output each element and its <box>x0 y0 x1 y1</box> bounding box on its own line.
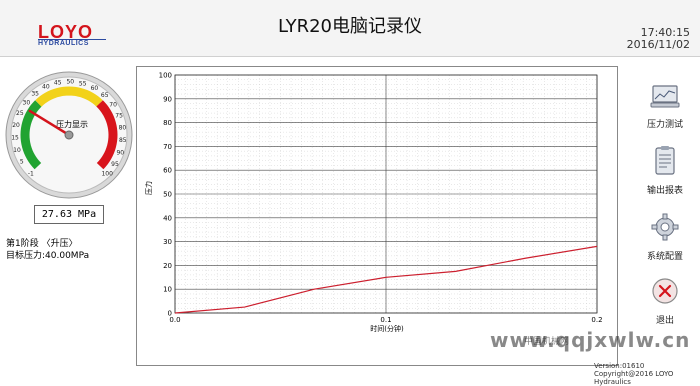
y-tick-label: 70 <box>163 143 172 151</box>
gauge-tick-label: 5 <box>20 159 24 166</box>
y-tick-label: 20 <box>163 262 172 270</box>
sidebar-item-exit[interactable]: 退出 <box>630 276 700 326</box>
sidebar-item-pressure-test[interactable]: 压力测试 <box>630 84 700 130</box>
monitor-icon <box>650 85 680 108</box>
y-tick-label: 30 <box>163 238 172 246</box>
target-pressure-label: 目标压力:40.00MPa <box>6 251 90 261</box>
sidebar-item-label: 压力测试 <box>646 120 683 130</box>
y-tick-label: 50 <box>163 191 172 199</box>
page-title: LYR20电脑记录仪 <box>277 16 423 37</box>
gauge-tick-label: 95 <box>111 161 119 168</box>
gauge-tick-label: 55 <box>79 80 87 87</box>
x-tick-label: 0.0 <box>169 316 180 324</box>
gauge-tick-label: 35 <box>31 90 39 97</box>
copyright-label: Copyright@2016 LOYO Hydraulics <box>594 370 674 386</box>
pressure-unit: MPa <box>78 209 97 220</box>
gauge-tick-label: 20 <box>12 122 20 129</box>
chart-x-axis-title: 时间(分钟) <box>370 324 404 333</box>
gauge-tick-label: 80 <box>119 125 127 132</box>
gauge-tick-label: 15 <box>11 135 19 142</box>
pressure-gauge: -1 5 10 15 20 25 303540 45 50 55 606570 75 80 85 90 95 1… <box>5 71 133 199</box>
gauge-tick-label: 100 <box>101 171 113 178</box>
chart-y-axis-title: 压力 <box>144 181 153 195</box>
y-tick-label: 80 <box>163 119 172 127</box>
x-tick-label: 0.2 <box>591 316 602 324</box>
sidebar-item-label: 系统配置 <box>646 252 683 262</box>
gauge-tick-label: 85 <box>119 137 127 144</box>
watermark: www.qqjxwlw.cn <box>490 328 691 352</box>
brand-logo: LOYO HYDRAULICS <box>38 22 108 52</box>
pressure-value: 27.63 <box>41 209 72 220</box>
gear-icon <box>651 213 679 241</box>
logo-sub-text: HYDRAULICS <box>38 40 89 47</box>
sidebar-item-label: 退出 <box>655 316 674 326</box>
gauge-tick-label: 70 <box>109 101 117 108</box>
sidebar-item-system-config[interactable]: 系统配置 <box>630 212 700 262</box>
gauge-tick-label: 90 <box>116 149 124 156</box>
sidebar-menu: 压力测试 输出报表 系统配置 退出 <box>630 80 700 340</box>
sidebar-item-label: 输出报表 <box>646 186 683 196</box>
gauge-tick-label: 45 <box>54 80 62 87</box>
y-tick-label: 40 <box>163 214 172 222</box>
y-tick-label: 100 <box>159 72 172 80</box>
pressure-chart: 0102030405060708090100 0.0 0.1 0.2 压力 时间(分… <box>136 66 618 366</box>
y-tick-label: 10 <box>163 286 172 294</box>
gauge-tick-label: 50 <box>66 79 74 86</box>
x-tick-label: 0.1 <box>380 316 391 324</box>
sidebar-item-export-report[interactable]: 输出报表 <box>630 146 700 196</box>
chart-y-tick-labels: 0102030405060708090100 <box>159 72 172 318</box>
pressure-readout: 27.63 MPa <box>34 205 104 224</box>
clock-date: 2016/11/02 <box>626 38 690 51</box>
gauge-tick-label: 60 <box>91 85 99 92</box>
gauge-tick-label: 40 <box>42 84 50 91</box>
watermark-sub: 中国机械网 <box>524 337 570 347</box>
report-icon <box>655 146 675 175</box>
gauge-hub <box>64 130 74 140</box>
gauge-tick-label: 30 <box>23 99 31 106</box>
gauge-tick-label: -1 <box>28 171 34 178</box>
chart-x-tick-labels: 0.0 0.1 0.2 <box>169 316 602 324</box>
y-tick-label: 60 <box>163 167 172 175</box>
gauge-title: 压力显示 <box>56 119 88 129</box>
gauge-tick-label: 10 <box>13 147 21 154</box>
exit-icon <box>652 278 678 304</box>
gauge-tick-label: 75 <box>115 112 123 119</box>
gauge-tick-label: 25 <box>16 110 24 117</box>
gauge-tick-label: 65 <box>101 92 109 99</box>
version-label: Version:01610 <box>594 362 645 370</box>
y-tick-label: 90 <box>163 95 172 103</box>
